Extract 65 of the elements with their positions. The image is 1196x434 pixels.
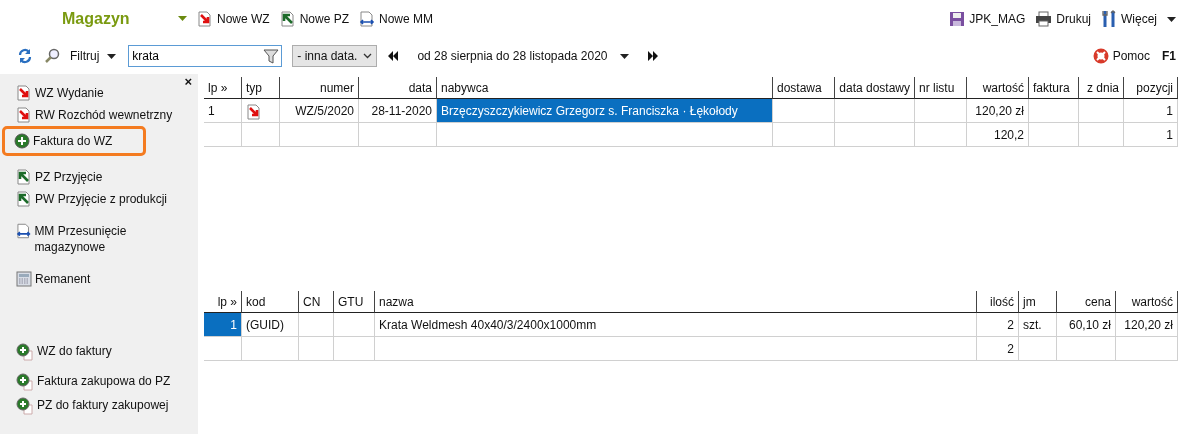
calculator-icon [16,271,32,287]
search-icon[interactable] [44,48,60,64]
table-cell: 1 [204,313,242,337]
table-cell: WZ/5/2020 [280,99,359,123]
toolbar-button[interactable]: Drukuj [1031,9,1095,29]
document-arrow-icon [197,11,213,27]
fast-forward-icon[interactable] [646,51,659,61]
tools-icon [1101,10,1117,28]
caret-icon [107,54,117,60]
table-cell: 120,20 zł [1116,313,1178,337]
filter-button[interactable]: Filtruj [66,47,121,65]
toolbar-button[interactable]: Nowe WZ [193,9,274,29]
document-arrow-icon [279,11,296,27]
document-arrows-icon [16,223,32,239]
table-cell: Krata Weldmesh 40x40/3/2400x1000mm [375,313,977,337]
sidebar-item[interactable]: WZ do faktury [4,340,198,364]
printer-icon [1035,11,1053,27]
table-cell: 1 [1124,123,1178,147]
sidebar-item[interactable]: PW Przyjęcie z produkcji [4,188,198,210]
rewind-icon[interactable] [387,51,400,61]
lifebuoy-icon [1092,48,1109,64]
plus-document-icon [16,397,34,415]
sidebar-item[interactable]: Remanent [4,268,198,290]
date-range-dropdown[interactable]: od 28 sierpnia do 28 listopada 2020 [413,47,633,65]
table-cell: 120,20 zł [967,99,1029,123]
document-arrow-icon [16,85,32,101]
sidebar-item[interactable]: RW Rozchód wewnetrzny [4,104,198,126]
chevron-down-icon [363,53,373,59]
table-cell: 1 [204,99,242,123]
document-arrow-icon [16,169,32,185]
funnel-icon[interactable] [263,48,280,64]
toolbar-button[interactable]: Nowe MM [355,9,438,29]
date-select[interactable]: - inna data. [292,45,378,67]
refresh-icon[interactable] [18,48,32,64]
help-button[interactable]: Pomoc F1 [1088,46,1180,66]
toolbar-button[interactable]: JPK_MAG [945,9,1030,29]
document-arrow-icon [16,191,32,207]
plus-document-icon [16,343,34,361]
caret-icon [1167,17,1176,23]
dropdown-caret-icon[interactable] [178,16,187,22]
plus-document-icon [16,373,34,391]
sidebar-item[interactable]: PZ Przyjęcie [4,166,198,188]
document-arrow-icon [16,107,32,123]
table-cell: 28-11-2020 [359,99,437,123]
table-cell: 1 [1124,99,1178,123]
toolbar-button[interactable]: Więcej [1097,8,1180,30]
sidebar-item[interactable]: PZ do faktury zakupowej [4,394,198,418]
table-cell: 2 [977,337,1019,361]
close-icon[interactable]: × [184,74,192,89]
plus-circle-icon [14,133,30,149]
sidebar-item[interactable]: Faktura zakupowa do PZ [4,370,198,394]
table-cell: 120,2 [967,123,1029,147]
table-cell: (GUID) [242,313,299,337]
sidebar-item[interactable]: Faktura do WZ [2,126,146,156]
app-title: Magazyn [62,10,131,28]
document-arrow-icon [246,104,262,120]
table-cell: Brzęczyszczykiewicz Grzegorz s. Franciszka · Łękołody [437,99,773,123]
search-field[interactable]: krata [128,45,283,67]
sidebar-item[interactable]: MM Przesunięcie magazynowe [4,220,198,258]
toolbar-button[interactable]: Nowe PZ [275,9,354,29]
table-cell: 60,10 zł [1057,313,1116,337]
document-arrows-icon [359,11,376,27]
table-cell: 2 [977,313,1019,337]
caret-icon [619,54,629,60]
table-cell: szt. [1019,313,1057,337]
